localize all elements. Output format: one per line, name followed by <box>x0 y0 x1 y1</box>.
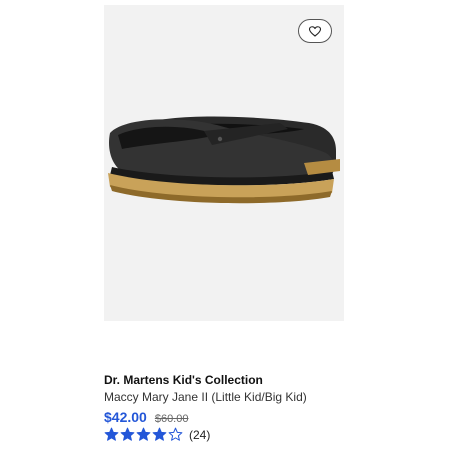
sale-price: $42.00 <box>104 409 147 425</box>
rating-row[interactable]: (24) <box>104 427 344 442</box>
product-card[interactable]: Dr. Martens Kid's Collection Maccy Mary … <box>104 5 344 442</box>
star-filled-icon <box>104 427 119 441</box>
heart-outline-icon <box>309 25 321 37</box>
product-image <box>108 116 340 204</box>
favorite-button[interactable] <box>298 19 332 43</box>
star-rating <box>104 427 183 442</box>
star-outline-icon <box>168 427 183 441</box>
star-filled-icon <box>152 427 167 441</box>
product-brand[interactable]: Dr. Martens Kid's Collection <box>104 372 344 388</box>
product-info: Dr. Martens Kid's Collection Maccy Mary … <box>104 372 344 442</box>
review-count: (24) <box>189 427 211 442</box>
price-row: $42.00 $60.00 <box>104 409 344 425</box>
original-price: $60.00 <box>154 413 189 425</box>
product-image-container[interactable] <box>104 5 344 321</box>
product-name[interactable]: Maccy Mary Jane II (Little Kid/Big Kid) <box>104 389 344 405</box>
star-filled-icon <box>120 427 135 441</box>
star-filled-icon <box>136 427 151 441</box>
